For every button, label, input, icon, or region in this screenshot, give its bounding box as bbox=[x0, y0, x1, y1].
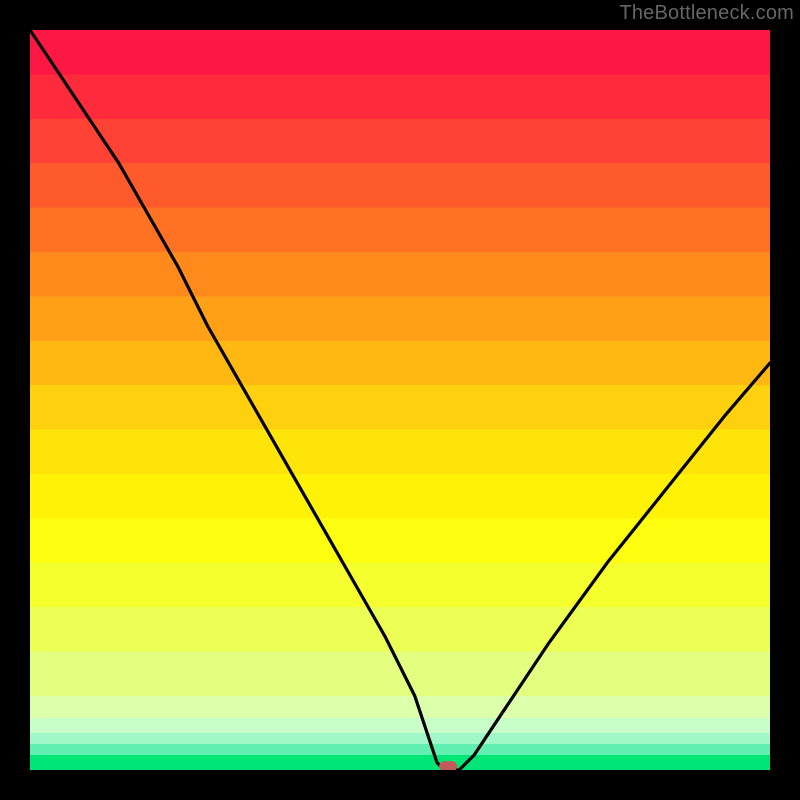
watermark-label: TheBottleneck.com bbox=[619, 2, 794, 25]
chart-frame: TheBottleneck.com bbox=[0, 0, 800, 800]
plot-area bbox=[30, 30, 770, 770]
chart-svg bbox=[30, 30, 770, 770]
optimal-marker bbox=[439, 761, 457, 770]
gradient-background bbox=[30, 30, 770, 770]
